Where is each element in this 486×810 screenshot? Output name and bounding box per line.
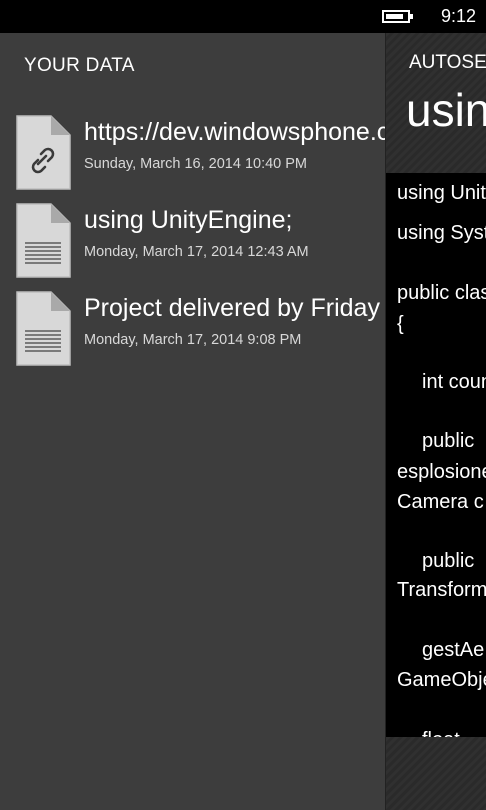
detail-header: AUTOSEND [409,52,486,73]
battery-level [386,14,403,19]
code-line: public [422,430,475,452]
code-text-box[interactable]: using UnityEngine; using System.Collecti… [386,173,486,737]
text-file-icon [16,203,71,278]
code-line: Camera c [397,491,484,513]
code-line: using UnityEngine; [397,182,486,204]
autosend-detail-pane[interactable]: AUTOSEND using using UnityEngine; using … [386,33,486,810]
list-item[interactable]: Project delivered by Friday Monday, Marc… [0,290,386,370]
item-date: Sunday, March 16, 2014 10:40 PM [84,156,308,172]
link-file-icon [16,115,71,190]
code-line: GameObject [397,669,486,691]
code-line: float [422,729,460,737]
code-line: using System.Collections; [397,222,486,244]
status-bar: 9:12 [0,0,486,33]
code-line: int count [422,371,486,393]
text-file-icon [16,291,71,366]
code-line: esplosione [397,461,486,483]
item-title: Project delivered by Friday [84,294,380,322]
status-time: 9:12 [441,6,477,26]
code-line: public class [397,282,486,304]
item-title: https://dev.windowsphone.com [84,118,386,146]
item-title: using UnityEngine; [84,206,293,234]
code-line: Transform [397,579,486,601]
list-item[interactable]: https://dev.windowsphone.com Sunday, Mar… [0,114,386,194]
code-line: gestAe [422,639,485,661]
section-title: YOUR DATA [24,55,135,76]
code-line: public [422,550,475,572]
item-date: Monday, March 17, 2014 12:43 AM [84,244,309,260]
battery-icon [382,10,413,23]
list-item[interactable]: using UnityEngine; Monday, March 17, 201… [0,202,386,282]
your-data-pane: YOUR DATA https://dev.windowsphone.com S… [0,33,386,810]
item-date: Monday, March 17, 2014 9:08 PM [84,332,302,348]
code-line: { [397,313,404,335]
detail-title: using [406,84,486,136]
